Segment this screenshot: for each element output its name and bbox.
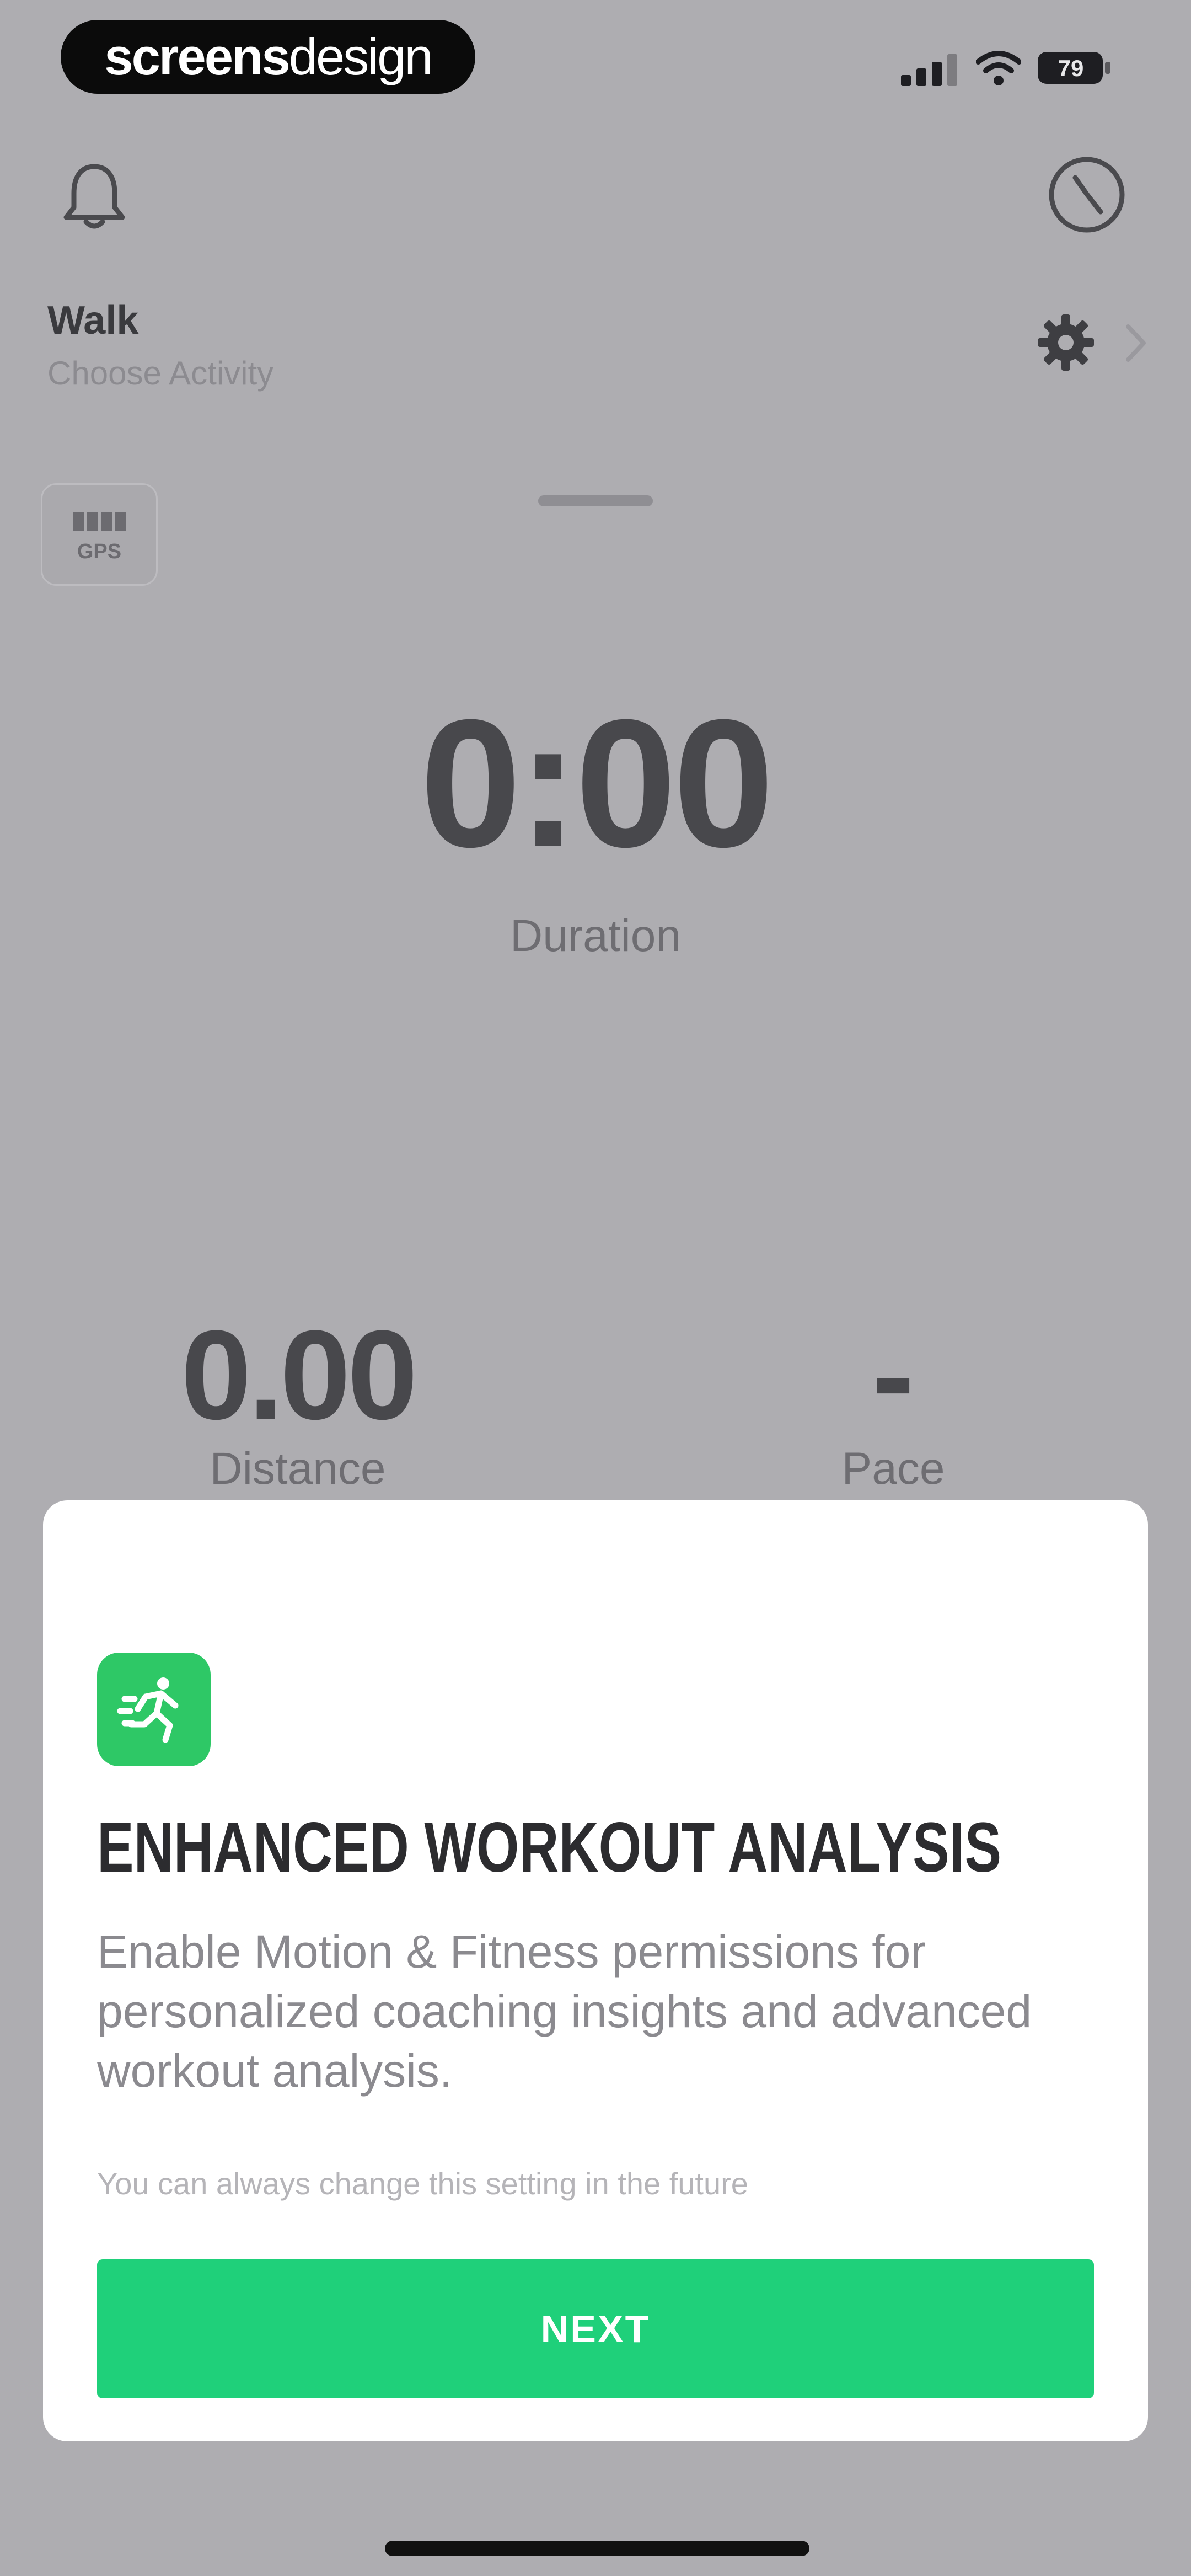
chevron-right-icon[interactable] bbox=[1123, 322, 1149, 364]
pace-value: - bbox=[872, 1304, 915, 1446]
gps-indicator[interactable]: GPS bbox=[41, 483, 158, 586]
next-button[interactable]: NEXT bbox=[97, 2259, 1094, 2398]
duration-label: Duration bbox=[510, 911, 681, 961]
pace-label: Pace bbox=[841, 1444, 945, 1494]
clock-icon[interactable] bbox=[1047, 154, 1127, 235]
choose-activity-link[interactable]: Choose Activity bbox=[47, 354, 273, 392]
gps-label: GPS bbox=[77, 540, 122, 563]
gear-icon[interactable] bbox=[1036, 312, 1096, 373]
sheet-drag-handle[interactable] bbox=[538, 495, 653, 506]
duration-value: 0:00 bbox=[420, 681, 774, 885]
battery-level: 79 bbox=[1058, 55, 1084, 81]
running-icon bbox=[97, 1653, 211, 1766]
brand-watermark: screens design bbox=[61, 20, 475, 94]
wifi-icon bbox=[976, 51, 1021, 85]
activity-title[interactable]: Walk bbox=[47, 298, 138, 343]
bell-icon[interactable] bbox=[61, 160, 128, 232]
distance-label: Distance bbox=[210, 1444, 386, 1494]
brand-text-light: design bbox=[288, 28, 433, 85]
battery-icon: 79 bbox=[1037, 50, 1112, 86]
modal-title: ENHANCED WORKOUT ANALYSIS bbox=[97, 1808, 1002, 1887]
modal-description: Enable Motion & Fitness permissions for … bbox=[97, 1926, 1032, 2097]
brand-text-bold: screens bbox=[104, 28, 290, 85]
signal-icon bbox=[901, 54, 957, 86]
home-indicator bbox=[385, 2541, 809, 2556]
gps-signal-icon bbox=[73, 512, 126, 531]
modal-footnote: You can always change this setting in th… bbox=[97, 2166, 748, 2201]
distance-value: 0.00 bbox=[181, 1304, 418, 1446]
